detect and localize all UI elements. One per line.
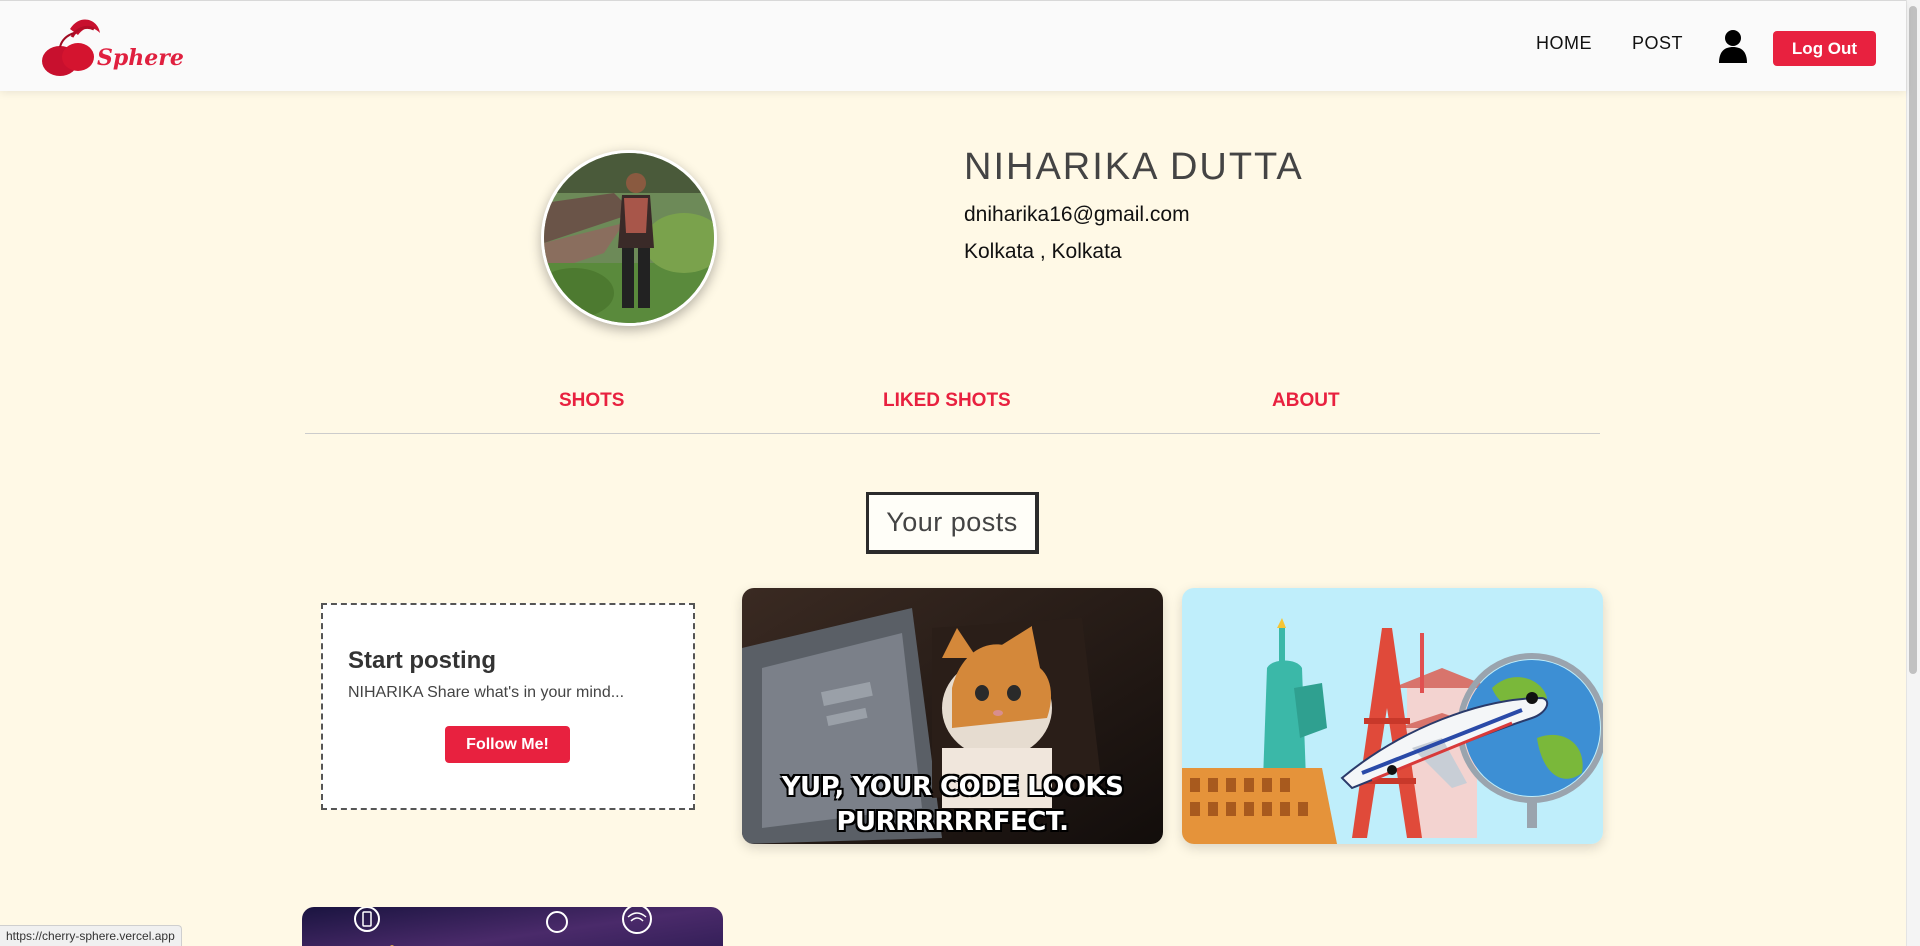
- start-posting-title: Start posting: [348, 647, 496, 674]
- avatar-photo: [544, 153, 714, 323]
- follow-me-button[interactable]: Follow Me!: [445, 726, 570, 763]
- smart-city-image: [302, 907, 723, 946]
- status-bar-url: https://cherry-sphere.vercel.app: [0, 925, 182, 946]
- meme-caption-line1: YUP, YOUR CODE LOOKS: [781, 772, 1124, 802]
- user-profile-icon[interactable]: [1719, 29, 1747, 63]
- section-title: Your posts: [866, 492, 1039, 554]
- profile-avatar: [541, 150, 717, 326]
- tab-shots[interactable]: SHOTS: [559, 390, 624, 412]
- cat-meme-image: [742, 588, 1163, 844]
- nav-home-link[interactable]: HOME: [1536, 33, 1592, 54]
- navbar: Sphere HOME POST Log Out: [0, 0, 1906, 91]
- post-card-cat-meme[interactable]: YUP, YOUR CODE LOOKS PURRRRRRFECT.: [742, 588, 1163, 844]
- nav-post-link[interactable]: POST: [1632, 33, 1683, 54]
- tab-liked-shots[interactable]: LIKED SHOTS: [883, 390, 1011, 412]
- start-posting-description: NIHARIKA Share what's in your mind...: [348, 684, 625, 701]
- meme-caption-line2: PURRRRRRFECT.: [836, 807, 1069, 837]
- travel-landmarks-image: [1182, 588, 1603, 844]
- profile-email: dniharika16@gmail.com: [964, 203, 1190, 226]
- start-posting-card: Start posting NIHARIKA Share what's in y…: [321, 603, 695, 810]
- cherry-sphere-logo[interactable]: Sphere: [40, 11, 190, 81]
- scrollbar-thumb[interactable]: [1909, 6, 1917, 674]
- logout-button[interactable]: Log Out: [1773, 31, 1876, 66]
- tabs-divider: [305, 433, 1600, 434]
- logo-text: Sphere: [97, 45, 184, 71]
- post-card-smart-city[interactable]: [302, 907, 723, 946]
- profile-location: Kolkata , Kolkata: [964, 240, 1122, 263]
- post-card-travel[interactable]: [1182, 588, 1603, 844]
- tab-about[interactable]: ABOUT: [1272, 390, 1340, 412]
- profile-name: NIHARIKA DUTTA: [964, 146, 1304, 188]
